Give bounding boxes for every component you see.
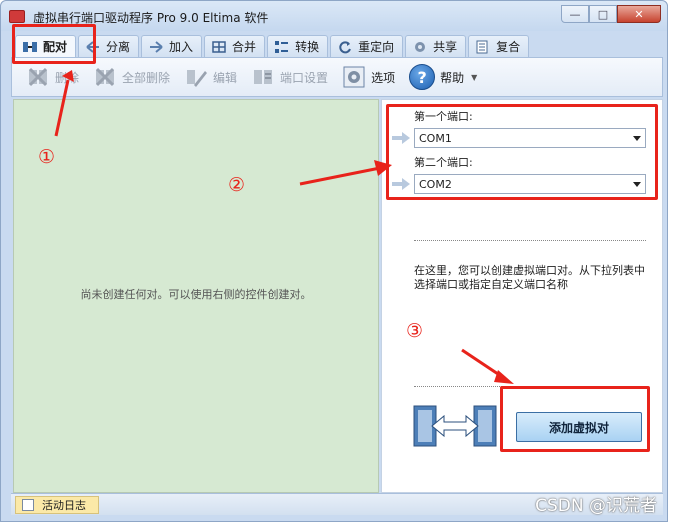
pair-description: 在这里，您可以创建虚拟端口对。从下拉列表中选择端口或指定自定义端口名称 [414, 264, 645, 291]
delete-button[interactable]: 删除 [26, 65, 79, 89]
tab-label: 分离 [106, 40, 131, 54]
composite-icon [476, 40, 488, 53]
redirect-icon [339, 40, 352, 53]
merge-icon [212, 40, 226, 53]
tab-label: 重定向 [358, 40, 395, 54]
annotation-box-1 [12, 24, 96, 64]
tab-convert[interactable]: 转换 [267, 35, 329, 57]
delete-all-button[interactable]: 全部删除 [93, 65, 170, 89]
window-controls: — □ ✕ [561, 5, 661, 23]
toolbar: 删除 全部删除 编辑 端口设置 选项 ? 帮助 ▼ [11, 57, 663, 97]
options-label: 选项 [371, 70, 396, 85]
activity-log-label: 活动日志 [42, 499, 86, 512]
close-button[interactable]: ✕ [617, 5, 661, 23]
annotation-label-3: ③ [406, 320, 424, 342]
annotation-box-2 [386, 104, 658, 200]
tab-merge[interactable]: 合并 [204, 35, 266, 57]
tab-label: 共享 [433, 40, 458, 54]
port-settings-icon [254, 70, 273, 84]
delete-all-label: 全部删除 [122, 70, 171, 85]
annotation-box-3 [500, 386, 650, 452]
delete-label: 删除 [55, 70, 80, 85]
title-bar[interactable]: 虚拟串行端口驱动程序 Pro 9.0 Eltima 软件 — □ ✕ [1, 1, 667, 31]
edit-icon [187, 70, 208, 87]
watermark: CSDN @识荒者 [535, 496, 657, 516]
tab-label: 复合 [496, 40, 521, 54]
gear-icon [343, 66, 365, 88]
tab-join[interactable]: 加入 [141, 35, 203, 57]
tab-label: 转换 [295, 40, 320, 54]
tab-share[interactable]: 共享 [405, 35, 467, 57]
convert-icon [275, 40, 289, 53]
help-icon: ? [409, 64, 436, 90]
annotation-label-1: ① [38, 146, 56, 168]
tab-redirect[interactable]: 重定向 [330, 35, 404, 57]
edit-button[interactable]: 编辑 [184, 65, 237, 89]
tab-label: 加入 [169, 40, 194, 54]
delete-icon [28, 67, 48, 87]
pairs-list-pane[interactable]: 尚未创建任何对。可以使用右侧的控件创建对。 [13, 99, 379, 493]
activity-log-tab[interactable]: 活动日志 [15, 496, 99, 514]
options-button[interactable]: 选项 [342, 65, 395, 89]
empty-pairs-message: 尚未创建任何对。可以使用右侧的控件创建对。 [80, 288, 312, 301]
tab-label: 合并 [232, 40, 257, 54]
maximize-button[interactable]: □ [589, 5, 617, 23]
help-label: 帮助 [440, 70, 465, 85]
divider [414, 240, 646, 241]
log-icon [22, 499, 34, 511]
delete-all-icon [95, 67, 115, 87]
app-icon [9, 10, 25, 23]
help-button[interactable]: ? 帮助 ▼ [409, 64, 477, 90]
share-icon [415, 41, 426, 52]
port-settings-button[interactable]: 端口设置 [251, 65, 328, 89]
join-icon [150, 40, 163, 53]
port-settings-label: 端口设置 [280, 70, 329, 85]
edit-label: 编辑 [213, 70, 238, 85]
minimize-button[interactable]: — [561, 5, 589, 23]
virtual-pair-graphic-icon [413, 405, 497, 447]
tab-composite[interactable]: 复合 [468, 35, 530, 57]
chevron-down-icon: ▼ [471, 72, 478, 82]
annotation-label-2: ② [228, 174, 246, 196]
